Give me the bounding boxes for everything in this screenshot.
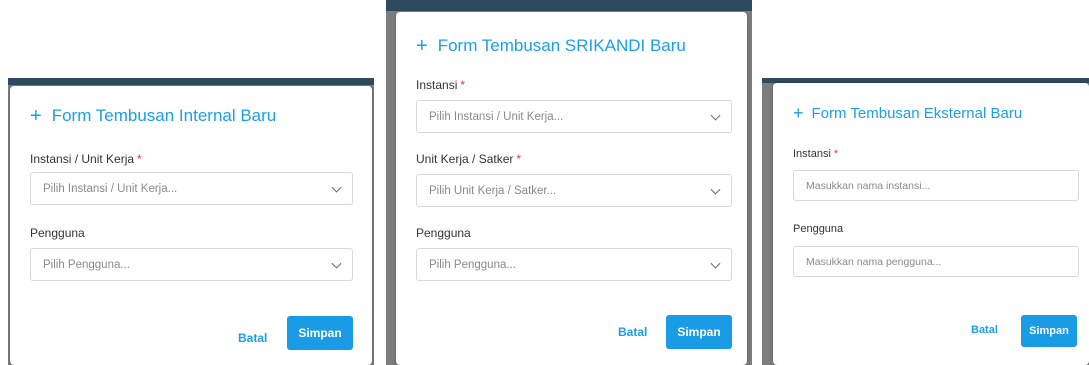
save-button[interactable]: Simpan	[287, 316, 353, 350]
label-text: Pengguna	[416, 226, 471, 240]
required-marker: *	[516, 152, 522, 166]
select-placeholder: Pilih Instansi / Unit Kerja...	[43, 182, 178, 195]
instansi-label: Instansi *	[793, 148, 838, 160]
eksternal-form-modal: + Form Tembusan Eksternal Baru Instansi *…	[773, 83, 1089, 365]
pengguna-label: Pengguna	[30, 226, 85, 240]
label-text: Instansi	[793, 148, 831, 160]
cancel-button[interactable]: Batal	[238, 331, 267, 345]
pengguna-input[interactable]: Masukkan nama pengguna...	[793, 246, 1079, 277]
label-text: Unit Kerja / Satker	[416, 152, 514, 166]
pengguna-label: Pengguna	[793, 223, 843, 235]
chevron-down-icon	[710, 110, 721, 121]
plus-icon: +	[30, 105, 42, 127]
chevron-down-icon	[710, 258, 721, 269]
unit-kerja-satker-label: Unit Kerja / Satker *	[416, 152, 521, 166]
chevron-down-icon	[331, 182, 342, 193]
instansi-unit-kerja-select[interactable]: Pilih Instansi / Unit Kerja...	[30, 172, 353, 205]
modal-title-text: Form Tembusan Eksternal Baru	[811, 104, 1023, 122]
modal-title: + Form Tembusan Internal Baru	[30, 106, 276, 126]
select-placeholder: Pilih Instansi / Unit Kerja...	[429, 110, 564, 123]
label-text: Pengguna	[30, 226, 85, 240]
pengguna-select[interactable]: Pilih Pengguna...	[416, 248, 732, 281]
instansi-input[interactable]: Masukkan nama instansi...	[793, 170, 1079, 201]
chevron-down-icon	[710, 184, 721, 195]
label-text: Pengguna	[793, 223, 844, 235]
modal-title: + Form Tembusan SRIKANDI Baru	[416, 36, 686, 56]
modal-title: + Form Tembusan Eksternal Baru	[793, 104, 1022, 122]
input-placeholder: Masukkan nama pengguna...	[806, 255, 942, 268]
eksternal-modal-screenshot: + Form Tembusan Eksternal Baru Instansi *…	[762, 78, 1089, 365]
pengguna-label: Pengguna	[416, 226, 471, 240]
select-placeholder: Pilih Pengguna...	[43, 258, 130, 271]
required-marker: *	[137, 152, 142, 166]
save-button[interactable]: Simpan	[666, 315, 732, 349]
unit-kerja-satker-select[interactable]: Pilih Unit Kerja / Satker...	[416, 174, 732, 207]
required-marker: *	[833, 148, 839, 160]
cancel-button[interactable]: Batal	[971, 324, 998, 336]
instansi-unit-kerja-label: Instansi / Unit Kerja *	[30, 152, 142, 166]
cancel-button[interactable]: Batal	[618, 325, 647, 339]
instansi-select[interactable]: Pilih Instansi / Unit Kerja...	[416, 100, 732, 133]
instansi-label: Instansi *	[416, 78, 465, 92]
pengguna-select[interactable]: Pilih Pengguna...	[30, 248, 353, 281]
label-text: Instansi / Unit Kerja	[30, 152, 135, 166]
input-placeholder: Masukkan nama instansi...	[806, 179, 931, 192]
srikandi-modal-screenshot: + Form Tembusan SRIKANDI Baru Instansi * …	[386, 0, 752, 365]
select-placeholder: Pilih Unit Kerja / Satker...	[429, 184, 557, 197]
srikandi-form-modal: + Form Tembusan SRIKANDI Baru Instansi * …	[396, 12, 747, 365]
label-text: Instansi	[416, 78, 458, 92]
internal-modal-screenshot: + Form Tembusan Internal Baru Instansi /…	[8, 78, 374, 365]
required-marker: *	[460, 78, 466, 92]
chevron-down-icon	[331, 258, 342, 269]
plus-icon: +	[416, 35, 428, 57]
select-placeholder: Pilih Pengguna...	[429, 258, 516, 271]
plus-icon: +	[793, 103, 804, 123]
internal-form-modal: + Form Tembusan Internal Baru Instansi /…	[10, 86, 372, 365]
modal-title-text: Form Tembusan Internal Baru	[51, 106, 277, 125]
modal-title-text: Form Tembusan SRIKANDI Baru	[437, 36, 686, 55]
app-header-strip	[8, 78, 374, 85]
save-button[interactable]: Simpan	[1021, 315, 1077, 347]
app-header-strip	[386, 0, 752, 11]
